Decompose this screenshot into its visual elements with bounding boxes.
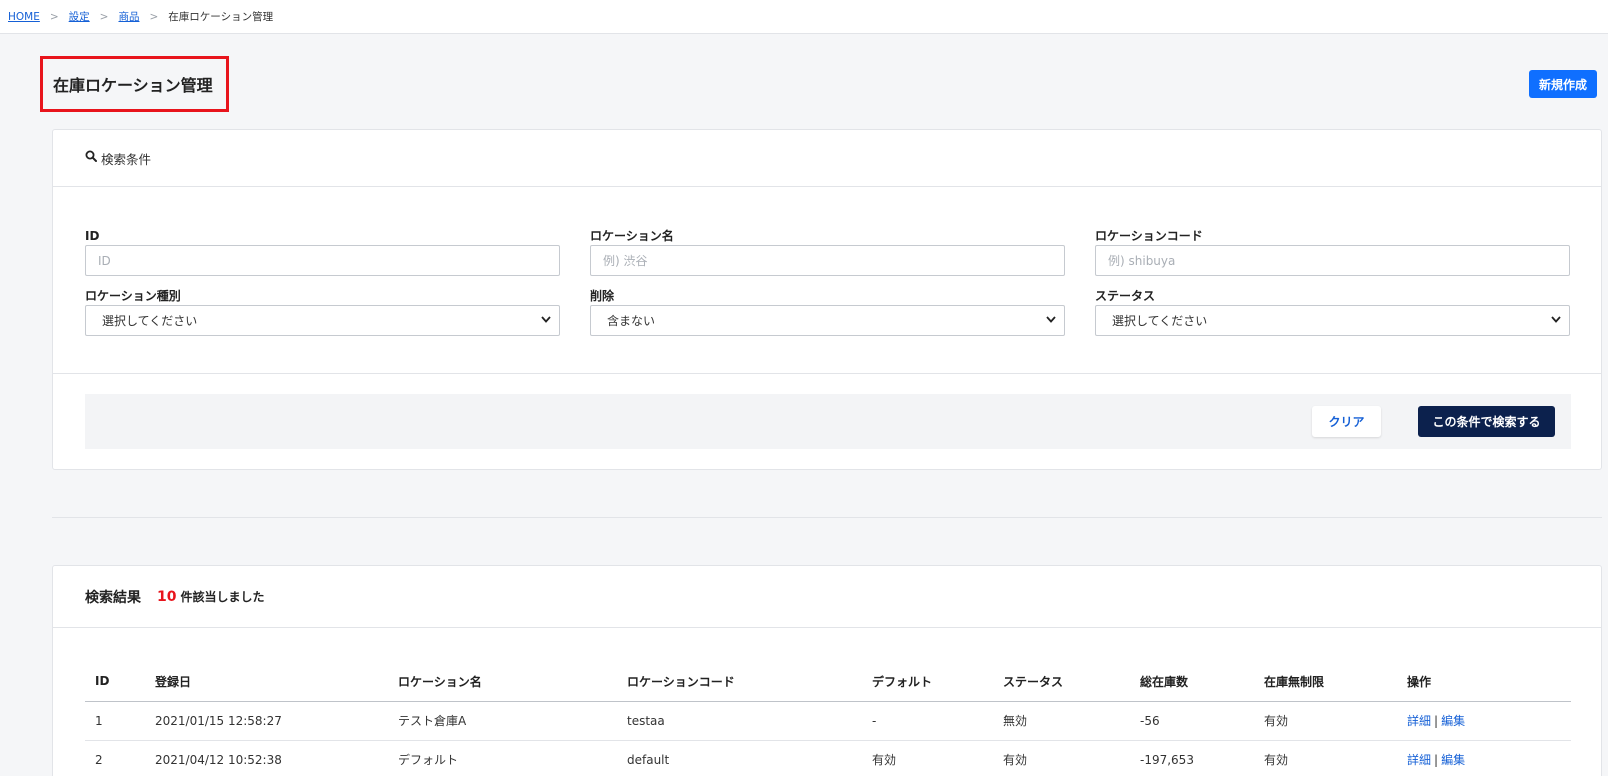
search-panel: 検索条件 ID ロケーション名 ロケーションコード ロケーション種別 選択してく…: [52, 129, 1602, 470]
cell-status: 無効: [993, 701, 1130, 741]
cell-total-stock: -197,653: [1130, 740, 1254, 776]
cell-date: 2021/01/15 12:58:27: [145, 701, 388, 741]
cell-status: 有効: [993, 740, 1130, 776]
location-type-value: 選択してください: [102, 314, 198, 328]
chevron-down-icon: [1551, 315, 1561, 326]
location-name-input[interactable]: [590, 245, 1065, 276]
column-header-id: ID: [85, 662, 145, 702]
cell-id: 1: [85, 701, 145, 741]
cell-total-stock: -56: [1130, 701, 1254, 741]
breadcrumb-settings-link[interactable]: 設定: [69, 9, 90, 24]
cell-unlimited: 有効: [1254, 701, 1397, 741]
detail-link[interactable]: 詳細: [1407, 714, 1431, 728]
cell-location-name: デフォルト: [388, 740, 617, 776]
results-title: 検索結果: [85, 589, 141, 606]
search-panel-title: 検索条件: [101, 151, 152, 167]
status-field: ステータス 選択してください: [1095, 289, 1570, 336]
column-header-status: ステータス: [993, 662, 1130, 702]
breadcrumb-current: 在庫ロケーション管理: [168, 11, 274, 23]
id-field: ID: [85, 229, 560, 276]
cell-unlimited: 有効: [1254, 740, 1397, 776]
top-bar: HOME > 設定 > 商品 > 在庫ロケーション管理: [0, 0, 1608, 34]
cell-location-code: default: [617, 740, 862, 776]
location-type-select[interactable]: 選択してください: [85, 305, 560, 336]
search-panel-header: 検索条件: [53, 130, 1601, 187]
location-type-field: ロケーション種別 選択してください: [85, 289, 560, 336]
breadcrumb-separator: >: [149, 10, 159, 23]
deleted-select[interactable]: 含まない: [590, 305, 1065, 336]
results-panel: 検索結果 10 件該当しました ID 登録日 ロケーション名 ロケーションコード…: [52, 565, 1602, 776]
table-row: 1 2021/01/15 12:58:27 テスト倉庫A testaa - 無効…: [85, 701, 1571, 741]
location-name-label: ロケーション名: [590, 229, 674, 243]
page-title-highlight: 在庫ロケーション管理: [40, 56, 229, 112]
deleted-label: 削除: [590, 289, 615, 303]
location-name-field: ロケーション名: [590, 229, 1065, 276]
breadcrumb-separator: >: [99, 10, 109, 23]
id-field-label: ID: [85, 229, 100, 243]
edit-link[interactable]: 編集: [1441, 753, 1465, 767]
clear-button[interactable]: クリア: [1312, 406, 1381, 437]
results-table: ID 登録日 ロケーション名 ロケーションコード デフォルト ステータス 総在庫…: [85, 662, 1571, 776]
id-input[interactable]: [85, 245, 560, 276]
location-type-label: ロケーション種別: [85, 289, 181, 303]
breadcrumb-products-link[interactable]: 商品: [118, 9, 139, 24]
results-count: 10: [157, 588, 177, 605]
cell-id: 2: [85, 740, 145, 776]
column-header-unlimited: 在庫無制限: [1254, 662, 1397, 702]
breadcrumb-home-link[interactable]: HOME: [8, 11, 40, 23]
column-header-location-code: ロケーションコード: [617, 662, 862, 702]
location-code-label: ロケーションコード: [1095, 229, 1203, 243]
cell-default: -: [862, 701, 993, 741]
chevron-down-icon: [541, 315, 551, 326]
status-value: 選択してください: [1112, 314, 1208, 328]
cell-location-code: testaa: [617, 701, 862, 741]
breadcrumb-separator: >: [49, 10, 59, 23]
status-select[interactable]: 選択してください: [1095, 305, 1570, 336]
column-header-location-name: ロケーション名: [388, 662, 617, 702]
cell-date: 2021/04/12 10:52:38: [145, 740, 388, 776]
location-code-field: ロケーションコード: [1095, 229, 1570, 276]
deleted-field: 削除 含まない: [590, 289, 1065, 336]
breadcrumb: HOME > 設定 > 商品 > 在庫ロケーション管理: [8, 9, 273, 24]
column-header-operations: 操作: [1397, 662, 1571, 702]
cell-location-name: テスト倉庫A: [388, 701, 617, 741]
new-button[interactable]: 新規作成: [1529, 70, 1597, 98]
search-action-bar: クリア この条件で検索する: [85, 394, 1571, 449]
divider: [52, 517, 1602, 518]
status-label: ステータス: [1095, 289, 1156, 303]
chevron-down-icon: [1046, 315, 1056, 326]
search-button[interactable]: この条件で検索する: [1418, 406, 1555, 437]
column-header-date: 登録日: [145, 662, 388, 702]
divider: [53, 373, 1601, 374]
results-count-suffix: 件該当しました: [180, 590, 265, 604]
cell-default: 有効: [862, 740, 993, 776]
column-header-default: デフォルト: [862, 662, 993, 702]
operations-separator: |: [1434, 753, 1439, 767]
search-icon: [85, 150, 97, 166]
page-title: 在庫ロケーション管理: [53, 76, 213, 95]
edit-link[interactable]: 編集: [1441, 714, 1465, 728]
cell-operations: 詳細 | 編集: [1397, 701, 1571, 741]
cell-operations: 詳細 | 編集: [1397, 740, 1571, 776]
deleted-value: 含まない: [607, 314, 656, 328]
table-row: 2 2021/04/12 10:52:38 デフォルト default 有効 有…: [85, 740, 1571, 776]
column-header-total-stock: 総在庫数: [1130, 662, 1254, 702]
results-header: 検索結果 10 件該当しました: [53, 566, 1601, 628]
detail-link[interactable]: 詳細: [1407, 753, 1431, 767]
operations-separator: |: [1434, 714, 1439, 728]
table-header-row: ID 登録日 ロケーション名 ロケーションコード デフォルト ステータス 総在庫…: [85, 662, 1571, 702]
location-code-input[interactable]: [1095, 245, 1570, 276]
